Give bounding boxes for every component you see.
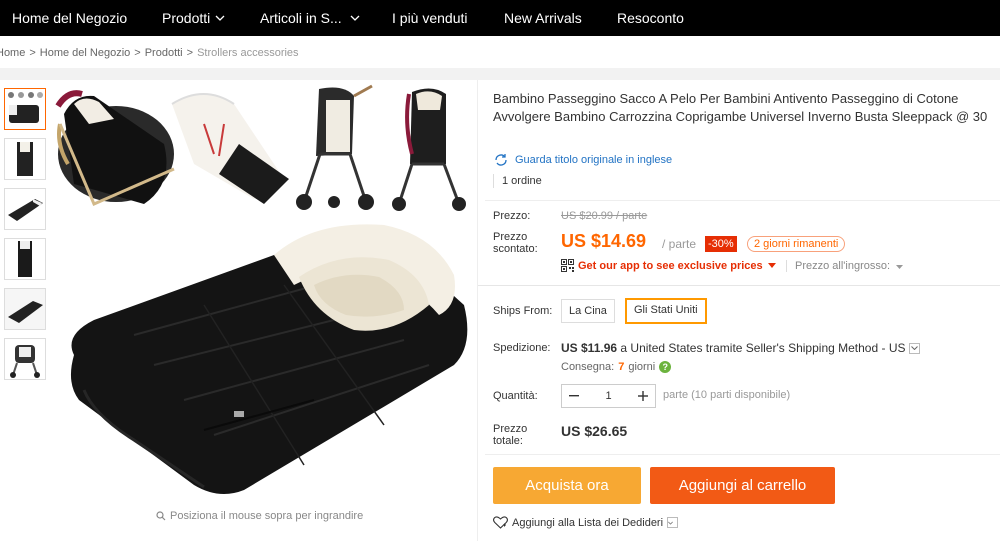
add-to-cart-button[interactable]: Aggiungi al carrello [650, 467, 835, 504]
nav-item-label: Articoli in S... [260, 10, 342, 26]
shipping-cost: US $11.96 [561, 341, 618, 355]
delivery-days: 7 [618, 361, 625, 373]
breadcrumb-category[interactable]: Strollers accessories [197, 47, 298, 59]
nav-item-label: Prodotti [162, 10, 211, 26]
product-title: Bambino Passeggino Sacco A Pelo Per Bamb… [493, 91, 988, 124]
zoom-hint: Posiziona il mouse sopra per ingrandire [156, 510, 363, 522]
breadcrumb-separator: > [186, 47, 194, 59]
translate-link-text: Guarda titolo originale in inglese [515, 154, 673, 166]
delivery-label: Consegna: [561, 361, 615, 373]
quantity-increase-button[interactable] [631, 385, 655, 407]
quantity-available: parte (10 parti disponibile) [663, 389, 791, 401]
nav-item-sale[interactable]: Articoli in S... [260, 0, 360, 36]
thumbnail-2[interactable] [4, 138, 46, 180]
nav-item-label: Home del Negozio [12, 10, 128, 26]
main-product-image[interactable] [54, 215, 476, 500]
order-count: 1 ordine [493, 174, 542, 188]
thumbnail-6[interactable] [4, 338, 46, 380]
heart-icon [493, 516, 508, 529]
delivery-unit: giorni [628, 361, 656, 373]
caret-down-icon [767, 263, 776, 268]
discount-badge: -30% [705, 236, 737, 252]
divider [485, 200, 1000, 201]
product-photo-strip [54, 84, 476, 214]
nav-item-new-arrivals[interactable]: New Arrivals [504, 0, 582, 36]
product-thumbnail-image [8, 199, 43, 221]
product-collage-image [55, 84, 466, 211]
ship-from-option-usa[interactable]: Gli Stati Uniti [625, 298, 707, 324]
ships-from-label: Ships From: [493, 305, 553, 317]
wholesale-label: Prezzo all'ingrosso: [795, 260, 891, 272]
top-nav: Home del Negozio Prodotti Articoli in S.… [0, 0, 1000, 36]
breadcrumb-products[interactable]: Prodotti [145, 47, 183, 59]
shipping-dropdown[interactable] [909, 342, 921, 354]
breadcrumb-store-home[interactable]: Home del Negozio [40, 47, 131, 59]
nav-item-products[interactable]: Prodotti [162, 0, 225, 36]
section-divider [478, 285, 1000, 286]
quantity-stepper: 1 [561, 384, 656, 408]
price-unit: / parte [662, 237, 697, 251]
nav-item-bestsellers[interactable]: I più venduti [392, 0, 468, 36]
caret-down-icon [896, 265, 904, 269]
chevron-down-icon [350, 15, 360, 21]
product-thumbnail-image [5, 89, 45, 129]
nav-item-home[interactable]: Home del Negozio [12, 0, 127, 36]
product-thumbnail-image [5, 289, 45, 329]
discount-price-label-line2: scontato: [493, 243, 538, 255]
quantity-label: Quantità: [493, 390, 538, 402]
zoom-hint-text: Posiziona il mouse sopra per ingrandire [170, 510, 364, 522]
search-icon [156, 511, 166, 521]
thumbnail-3[interactable] [4, 188, 46, 230]
total-price: US $26.65 [561, 423, 628, 439]
wholesale-price-toggle[interactable]: Prezzo all'ingrosso: [786, 260, 904, 272]
chevron-down-icon [911, 346, 919, 350]
shipping-label: Spedizione: [493, 342, 551, 354]
app-promo-link[interactable]: Get our app to see exclusive prices [561, 259, 780, 272]
nav-item-label: New Arrivals [504, 10, 582, 26]
product-thumbnail-image [17, 142, 33, 176]
ship-from-option-china[interactable]: La Cina [561, 299, 615, 323]
column-divider [477, 80, 478, 541]
nav-item-label: I più venduti [392, 10, 468, 26]
help-icon[interactable]: ? [659, 361, 672, 373]
discount-price: US $14.69 [561, 231, 647, 251]
total-price-label-line2: totale: [493, 435, 523, 447]
breadcrumb: Home>Home del Negozio>Prodotti>Strollers… [0, 47, 299, 59]
shipping-method-text: a United States tramite Seller's Shippin… [620, 341, 906, 355]
buy-now-button[interactable]: Acquista ora [493, 467, 641, 504]
nav-item-label: Resoconto [617, 10, 684, 26]
product-thumbnail-image [18, 241, 32, 277]
delivery-info: Consegna: 7 giorni ? [561, 361, 672, 373]
plus-icon [638, 391, 648, 401]
shipping-method[interactable]: US $11.96 a United States tramite Seller… [561, 341, 921, 355]
qr-code-icon [561, 259, 574, 272]
breadcrumb-separator: > [134, 47, 141, 59]
price-label: Prezzo: [493, 210, 531, 222]
add-to-wishlist[interactable]: Aggiungi alla Lista dei Dedideri [493, 516, 679, 529]
chevron-down-icon [668, 521, 673, 525]
translate-icon [495, 154, 507, 166]
divider [485, 454, 1000, 455]
translate-link[interactable]: Guarda titolo originale in inglese [493, 153, 672, 167]
quantity-decrease-button[interactable] [562, 385, 586, 407]
thumbnail-4[interactable] [4, 238, 46, 280]
app-promo-text: Get our app to see exclusive prices [578, 259, 763, 272]
quantity-input[interactable]: 1 [586, 385, 631, 407]
thumbnail-list [4, 88, 48, 388]
minus-icon [569, 395, 579, 397]
nav-item-feedback[interactable]: Resoconto [617, 0, 684, 36]
chevron-down-icon [215, 15, 225, 21]
breadcrumb-home[interactable]: Home [0, 47, 25, 59]
days-left-badge: 2 giorni rimanenti [747, 236, 846, 252]
thumbnail-1[interactable] [4, 88, 46, 130]
thumbnail-5[interactable] [4, 288, 46, 330]
original-price: US $20.99 / parte [561, 210, 648, 222]
wishlist-text: Aggiungi alla Lista dei Dedideri [512, 516, 664, 529]
breadcrumb-separator: > [29, 47, 36, 59]
sleeping-bag-image [70, 224, 468, 494]
product-thumbnail-image [10, 345, 40, 378]
section-divider [0, 68, 1000, 80]
wishlist-dropdown[interactable] [667, 517, 679, 528]
